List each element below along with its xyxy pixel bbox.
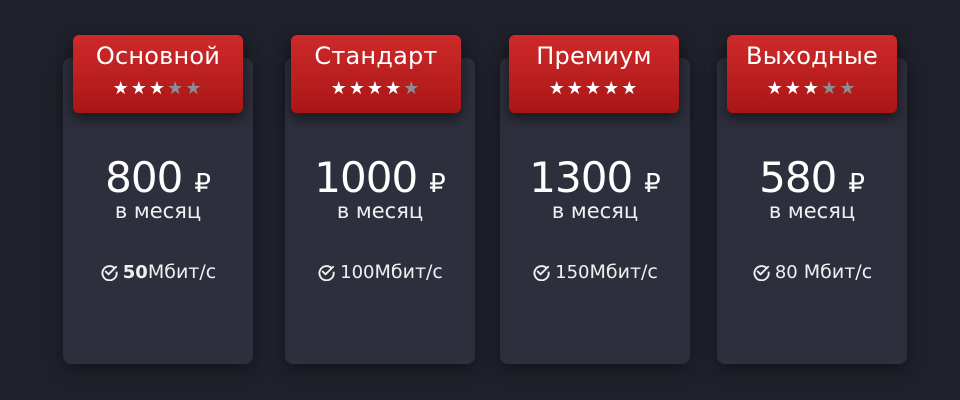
speed-unit: Мбит/с (147, 261, 217, 283)
speed-feature: 100Мбит/с (285, 260, 475, 287)
star-icon: ★ (784, 78, 803, 99)
plan-header-vykhodnye: Выходные ★★★★★ (727, 35, 897, 113)
star-icon: ★ (548, 78, 567, 99)
plan-name: Основной (95, 42, 221, 70)
price: 1300 ₽ (500, 153, 690, 202)
star-icon: ★ (185, 78, 204, 99)
speed-feature: 50Мбит/с (63, 260, 253, 287)
currency-symbol: ₽ (644, 169, 661, 199)
price: 580 ₽ (717, 153, 907, 202)
price: 800 ₽ (63, 153, 253, 202)
currency-symbol: ₽ (429, 169, 446, 199)
plan-header-premium: Премиум ★★★★★ (509, 35, 679, 113)
star-icon: ★ (366, 78, 386, 99)
star-icon: ★ (766, 78, 785, 99)
check-circle-icon (100, 262, 119, 287)
star-icon: ★ (566, 78, 585, 99)
price-value: 580 (759, 153, 837, 202)
star-icon: ★ (330, 78, 349, 99)
rating-stars: ★★★★★ (727, 79, 897, 99)
star-icon: ★ (839, 78, 858, 99)
price-value: 800 (105, 153, 183, 202)
speed-value: 80 (774, 262, 798, 283)
check-circle-icon (532, 262, 551, 287)
check-circle-icon (752, 262, 771, 287)
speed-unit: Мбит/с (589, 261, 658, 283)
plan-name: Премиум (536, 42, 652, 70)
star-icon: ★ (148, 78, 168, 99)
plan-header-osnovnoy: Основной ★★★★★ (73, 35, 243, 113)
price-value: 1000 (314, 153, 418, 202)
speed-unit: Мбит/с (374, 261, 443, 283)
star-icon: ★ (584, 78, 604, 99)
speed-feature: 80 Мбит/с (717, 260, 907, 287)
price-value: 1300 (529, 153, 633, 202)
check-circle-icon (317, 262, 336, 287)
star-icon: ★ (112, 78, 131, 99)
price: 1000 ₽ (285, 153, 475, 202)
star-icon: ★ (821, 78, 840, 99)
currency-symbol: ₽ (848, 169, 865, 199)
star-icon: ★ (385, 78, 404, 99)
billing-period: в месяц (114, 199, 202, 223)
star-icon: ★ (603, 78, 622, 99)
speed-value: 150 (555, 262, 590, 283)
star-icon: ★ (621, 78, 640, 99)
star-icon: ★ (802, 78, 822, 99)
rating-stars: ★★★★★ (73, 79, 243, 99)
billing-period: в месяц (768, 199, 856, 223)
currency-symbol: ₽ (194, 169, 211, 199)
star-icon: ★ (167, 78, 186, 99)
plan-name: Стандарт (314, 42, 438, 70)
rating-stars: ★★★★★ (509, 79, 679, 99)
star-icon: ★ (403, 78, 422, 99)
plan-header-standart: Стандарт ★★★★★ (291, 35, 461, 113)
speed-unit: Мбит/с (803, 261, 873, 283)
rating-stars: ★★★★★ (291, 79, 461, 99)
billing-period: в месяц (551, 199, 639, 223)
star-icon: ★ (348, 78, 367, 99)
speed-value: 100 (340, 262, 375, 283)
billing-period: в месяц (336, 199, 424, 223)
star-icon: ★ (130, 78, 149, 99)
plan-name: Выходные (746, 42, 878, 70)
speed-value: 50 (122, 262, 148, 283)
speed-feature: 150Мбит/с (500, 260, 690, 287)
